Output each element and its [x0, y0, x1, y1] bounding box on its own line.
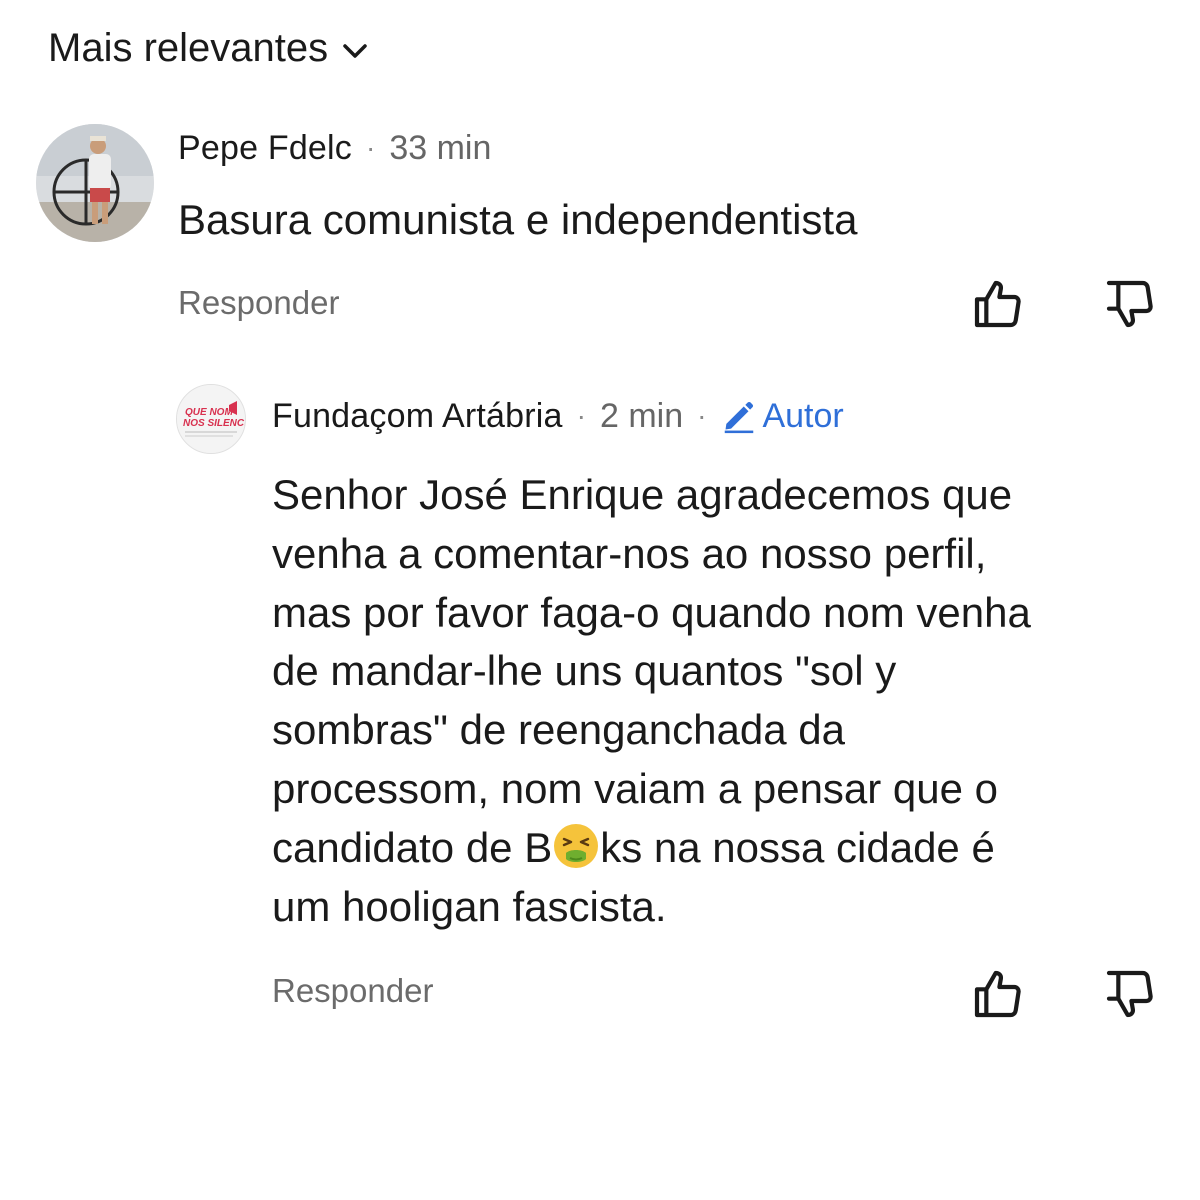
- comments-panel: Mais relevantes Pepe Fdelc · 33 min Basu…: [0, 0, 1200, 1200]
- comment-time: 2 min: [600, 396, 684, 435]
- author-badge-label: Autor: [762, 396, 844, 435]
- thumbs-up-icon[interactable]: [970, 276, 1026, 332]
- sort-dropdown[interactable]: Mais relevantes: [48, 26, 370, 71]
- separator-dot: ·: [366, 132, 376, 163]
- author-name[interactable]: Fundaçom Artábria: [272, 397, 563, 436]
- separator-dot: ·: [576, 400, 586, 431]
- comment-meta: Fundaçom Artábria · 2 min · Autor: [272, 392, 844, 440]
- comment-text: Senhor José Enrique agradecemos que venh…: [272, 466, 1172, 936]
- reply-button[interactable]: Responder: [272, 972, 433, 1010]
- thumbs-down-icon[interactable]: [1102, 966, 1158, 1022]
- avatar[interactable]: QUE NOM NOS SILENCIEM: [176, 384, 246, 454]
- author-badge: Autor: [720, 396, 844, 436]
- sort-label: Mais relevantes: [48, 26, 329, 70]
- separator-dot: ·: [697, 400, 707, 431]
- comment-text-part: Senhor José Enrique agradecemos que venh…: [272, 471, 1031, 871]
- comment-text: Basura comunista e independentista: [178, 196, 858, 243]
- thumbs-down-icon[interactable]: [1102, 276, 1158, 332]
- comment-meta: Pepe Fdelc · 33 min: [178, 124, 491, 172]
- nauseated-face-emoji: [554, 823, 599, 868]
- user-photo-avatar: [36, 124, 154, 242]
- logo-text-top: QUE NOM: [185, 407, 233, 418]
- avatar[interactable]: [36, 124, 154, 242]
- reply-button[interactable]: Responder: [178, 284, 339, 322]
- thumbs-up-icon[interactable]: [970, 966, 1026, 1022]
- logo-text-bottom: NOS SILENCIEM: [183, 418, 245, 429]
- comment-time: 33 min: [389, 128, 492, 167]
- author-name[interactable]: Pepe Fdelc: [178, 129, 352, 168]
- chevron-down-icon: [343, 43, 367, 58]
- pencil-icon: [725, 401, 754, 434]
- organization-logo-avatar: QUE NOM NOS SILENCIEM: [177, 385, 245, 453]
